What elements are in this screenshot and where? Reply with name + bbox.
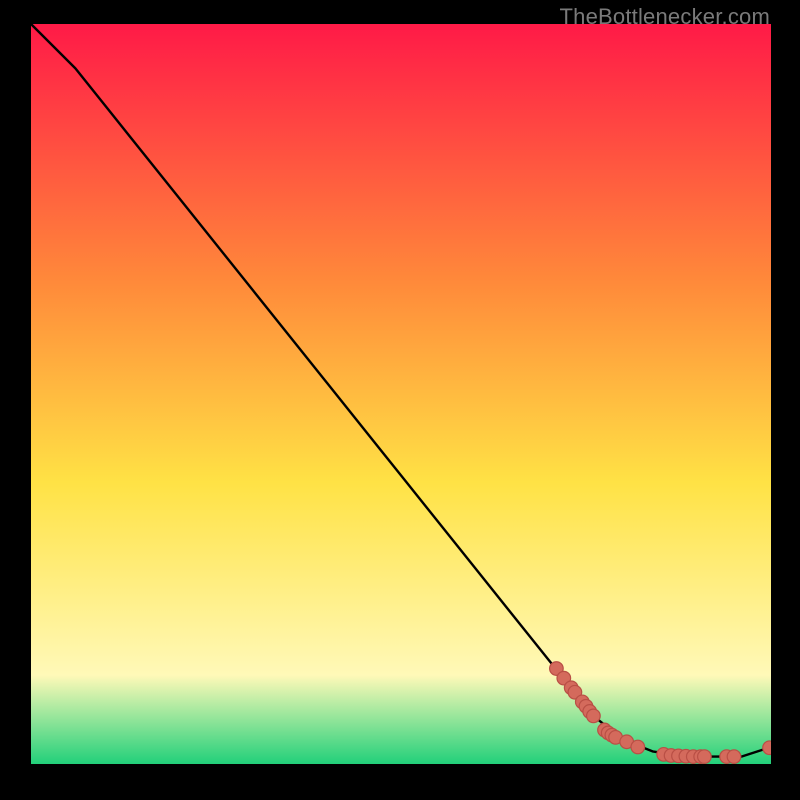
data-point <box>763 741 771 755</box>
chart-stage: TheBottlenecker.com <box>0 0 800 800</box>
data-point <box>727 750 741 764</box>
gradient-background <box>31 24 771 764</box>
data-point <box>631 740 645 754</box>
bottleneck-chart <box>31 24 771 764</box>
data-point <box>698 750 712 764</box>
data-point <box>587 709 601 723</box>
